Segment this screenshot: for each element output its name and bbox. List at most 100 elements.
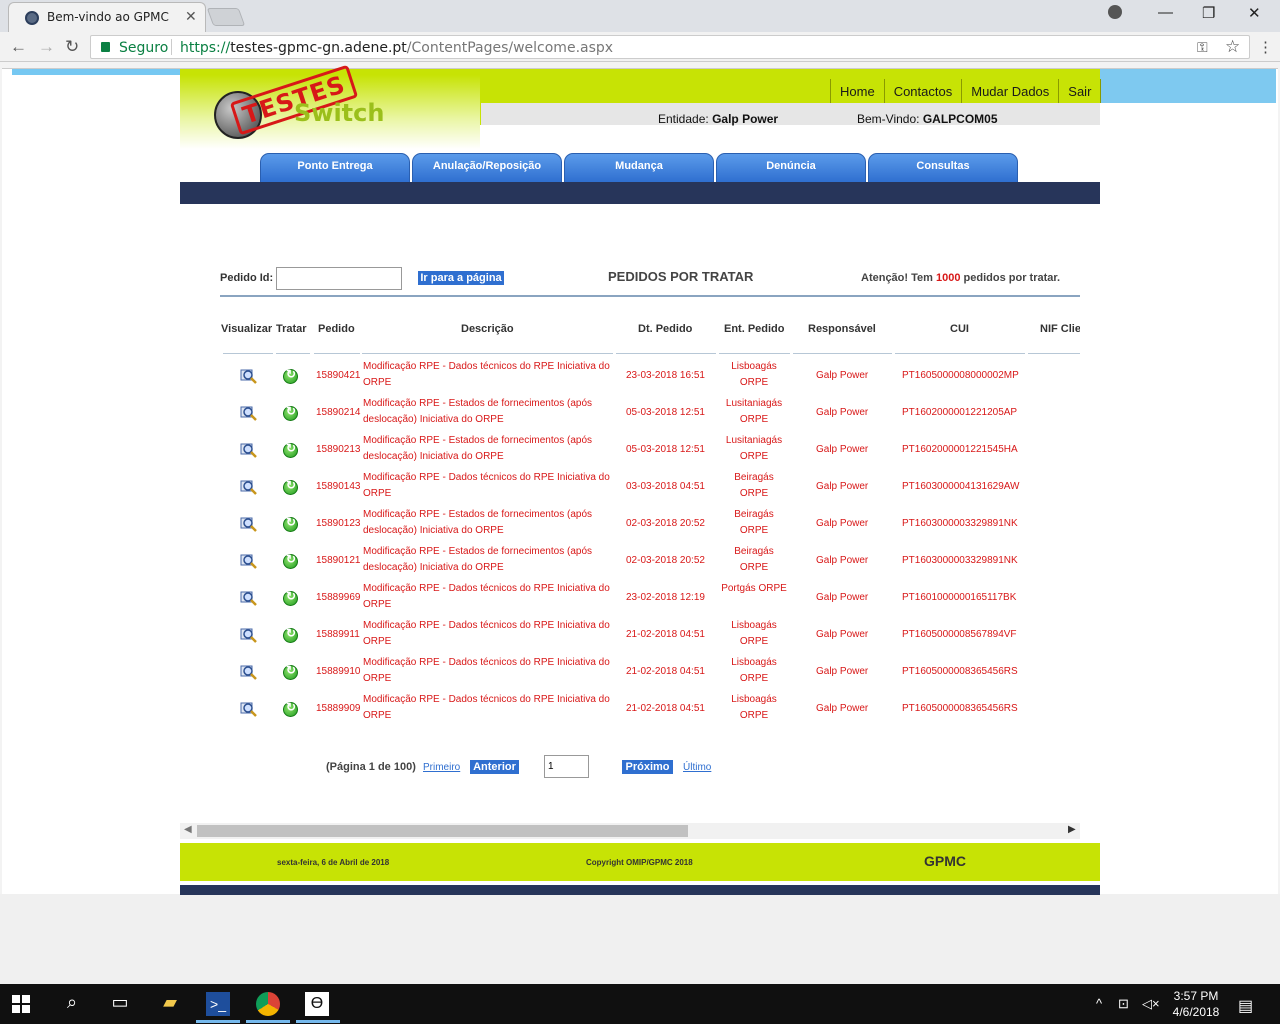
- ent-pedido: Lisboagás ORPE: [717, 655, 791, 687]
- pedido-id[interactable]: 15889969: [316, 590, 361, 606]
- treat-refresh-icon[interactable]: [283, 663, 298, 680]
- responsavel: Galp Power: [816, 370, 869, 381]
- pedido-id[interactable]: 15890123: [316, 516, 361, 532]
- menu-tab-anulacao[interactable]: Anulação/Reposição: [412, 153, 562, 183]
- treat-refresh-icon[interactable]: [283, 700, 298, 717]
- view-magnifier-icon[interactable]: [240, 553, 258, 569]
- treat-refresh-icon[interactable]: [283, 404, 298, 421]
- pedido-id-input[interactable]: [276, 267, 402, 290]
- go-to-page-button[interactable]: Ir para a página: [418, 271, 504, 285]
- pager-previous-button[interactable]: Anterior: [470, 760, 519, 774]
- treat-refresh-icon[interactable]: [283, 441, 298, 458]
- pager-page-input[interactable]: 1: [544, 755, 589, 778]
- url-text[interactable]: https://testes-gpmc-gn.adene.pt/ContentP…: [180, 40, 613, 56]
- logo-word: Switch: [294, 99, 385, 127]
- pedido-id[interactable]: 15889911: [316, 627, 360, 643]
- view-magnifier-icon[interactable]: [240, 516, 258, 532]
- view-magnifier-icon[interactable]: [240, 627, 258, 643]
- descricao: Modificação RPE - Estados de forneciment…: [363, 544, 615, 576]
- cui: PT1602000001221545HA: [902, 444, 1018, 455]
- treat-refresh-icon[interactable]: [283, 626, 298, 643]
- entity-info: Entidade: Galp Power: [658, 112, 778, 126]
- testes-switch-logo[interactable]: TESTES Switch: [210, 64, 410, 149]
- view-magnifier-icon[interactable]: [240, 664, 258, 680]
- menu-tab-ponto-entrega[interactable]: Ponto Entrega: [260, 153, 410, 183]
- pedido-id[interactable]: 15890421: [316, 368, 361, 384]
- minimize-button[interactable]: —: [1158, 4, 1173, 21]
- new-tab-button[interactable]: [206, 8, 246, 26]
- view-magnifier-icon[interactable]: [240, 442, 258, 458]
- dt-pedido: 05-03-2018 12:51: [626, 407, 705, 418]
- treat-refresh-icon[interactable]: [283, 478, 298, 495]
- taskbar-clock[interactable]: 3:57 PM 4/6/2018: [1168, 988, 1224, 1020]
- file-explorer-icon[interactable]: ▰: [158, 992, 182, 1016]
- horizontal-scrollbar[interactable]: ◀ ▶: [180, 823, 1080, 839]
- view-magnifier-icon[interactable]: [240, 368, 258, 384]
- address-bar[interactable]: Seguro https://testes-gpmc-gn.adene.pt/C…: [90, 35, 1250, 59]
- chrome-icon[interactable]: [256, 992, 280, 1016]
- profile-icon[interactable]: [1108, 5, 1122, 19]
- browser-menu-icon[interactable]: ⋮: [1258, 38, 1273, 56]
- pedido-id[interactable]: 15889909: [316, 701, 361, 717]
- search-icon[interactable]: ⌕: [60, 992, 84, 1016]
- pedido-id[interactable]: 15890121: [316, 553, 361, 569]
- task-view-icon[interactable]: ▭: [108, 992, 132, 1016]
- browser-tab[interactable]: Bem-vindo ao GPMC ✕: [8, 2, 206, 32]
- view-magnifier-icon[interactable]: [240, 701, 258, 717]
- maximize-button[interactable]: ❐: [1202, 4, 1215, 22]
- reload-icon[interactable]: ↻: [65, 37, 79, 57]
- forward-arrow-icon[interactable]: →: [38, 37, 55, 57]
- scroll-right-icon[interactable]: ▶: [1068, 824, 1076, 835]
- contacts-link[interactable]: Contactos: [883, 79, 962, 103]
- pager-next-button[interactable]: Próximo: [622, 760, 673, 774]
- header-underline: [223, 353, 273, 354]
- treat-refresh-icon[interactable]: [283, 515, 298, 532]
- descricao: Modificação RPE - Dados técnicos do RPE …: [363, 470, 615, 502]
- descricao-line1: Modificação RPE - Dados técnicos do RPE …: [363, 694, 610, 705]
- pedido-id[interactable]: 15890213: [316, 442, 361, 458]
- descricao-line2: ORPE: [363, 377, 392, 388]
- menu-tab-mudanca[interactable]: Mudança: [564, 153, 714, 183]
- volume-muted-icon[interactable]: ◁×: [1142, 996, 1160, 1012]
- cui: PT1601000000165117BK: [902, 592, 1017, 603]
- close-window-button[interactable]: ✕: [1248, 4, 1261, 22]
- network-icon[interactable]: ⊡: [1118, 996, 1129, 1012]
- key-icon[interactable]: ⚿: [1197, 39, 1208, 56]
- treat-refresh-icon[interactable]: [283, 367, 298, 384]
- logout-link[interactable]: Sair: [1058, 79, 1102, 103]
- app-theta-icon[interactable]: ϴ: [305, 992, 329, 1016]
- cui: PT1603000004131629AW: [902, 481, 1020, 492]
- scroll-left-icon[interactable]: ◀: [184, 824, 192, 835]
- clock-time: 3:57 PM: [1173, 989, 1219, 1003]
- bookmark-star-icon[interactable]: ☆: [1225, 37, 1240, 57]
- back-arrow-icon[interactable]: ←: [10, 37, 27, 57]
- change-data-link[interactable]: Mudar Dados: [961, 79, 1058, 103]
- footer-brand: GPMC: [924, 853, 966, 869]
- menu-tab-consultas[interactable]: Consultas: [868, 153, 1018, 183]
- descricao-line1: Modificação RPE - Dados técnicos do RPE …: [363, 657, 610, 668]
- tray-chevron-icon[interactable]: ^: [1096, 996, 1102, 1011]
- view-magnifier-icon[interactable]: [240, 405, 258, 421]
- pedido-id[interactable]: 15890214: [316, 405, 361, 421]
- descricao: Modificação RPE - Dados técnicos do RPE …: [363, 581, 615, 613]
- table-row: 15889969Modificação RPE - Dados técnicos…: [2, 580, 1102, 617]
- pager-last-link[interactable]: Último: [683, 762, 711, 773]
- windows-start-icon[interactable]: [12, 995, 30, 1013]
- responsavel: Galp Power: [816, 629, 869, 640]
- view-magnifier-icon[interactable]: [240, 479, 258, 495]
- home-link[interactable]: Home: [830, 79, 884, 103]
- scrollbar-thumb[interactable]: [197, 825, 688, 837]
- header-underline: [1028, 353, 1080, 354]
- menu-tab-denuncia[interactable]: Denúncia: [716, 153, 866, 183]
- treat-refresh-icon[interactable]: [283, 552, 298, 569]
- tab-close-icon[interactable]: ✕: [185, 8, 197, 25]
- pedido-id[interactable]: 15889910: [316, 664, 361, 680]
- pedido-id[interactable]: 15890143: [316, 479, 361, 495]
- powershell-icon[interactable]: >_: [206, 992, 230, 1016]
- view-magnifier-icon[interactable]: [240, 590, 258, 606]
- notifications-icon[interactable]: ▤: [1238, 996, 1253, 1016]
- ent-pedido-line1: Lisboagás: [731, 620, 777, 631]
- treat-refresh-icon[interactable]: [283, 589, 298, 606]
- footer-copyright: Copyright OMIP/GPMC 2018: [586, 858, 693, 867]
- pager-first-link[interactable]: Primeiro: [423, 762, 460, 773]
